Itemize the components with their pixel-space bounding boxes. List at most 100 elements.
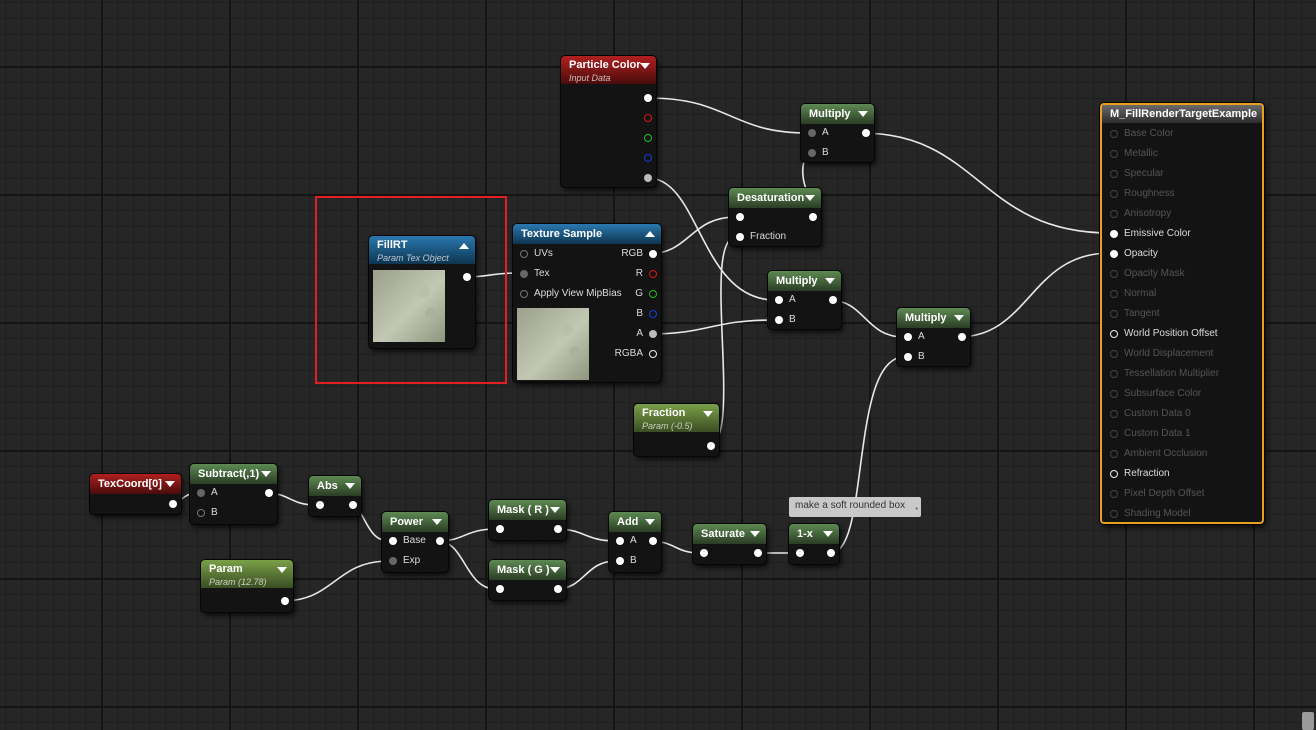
- chevron-down-icon[interactable]: [261, 471, 271, 477]
- chevron-down-icon[interactable]: [750, 531, 760, 537]
- comment-pin-icon[interactable]: ▪: [915, 500, 918, 518]
- result-input-pin[interactable]: Opacity: [1106, 247, 1158, 261]
- output-pin-r[interactable]: R: [636, 267, 661, 281]
- input-pin-b[interactable]: B: [612, 554, 637, 568]
- output-pin[interactable]: [823, 293, 841, 307]
- output-pin-a[interactable]: [638, 171, 656, 185]
- result-input-pin[interactable]: Tangent: [1106, 307, 1160, 321]
- input-pin-a[interactable]: A: [193, 486, 218, 500]
- input-pin[interactable]: [696, 546, 714, 560]
- scrollbar-thumb[interactable]: [1302, 712, 1314, 730]
- result-input-pin[interactable]: Normal: [1106, 287, 1156, 301]
- output-pin-b[interactable]: B: [636, 307, 661, 321]
- input-pin-mipbias[interactable]: Apply View MipBias: [516, 287, 622, 301]
- chevron-down-icon[interactable]: [432, 519, 442, 525]
- particle-color-node[interactable]: Particle Color Input Data: [561, 56, 656, 187]
- param-node[interactable]: Param Param (12.78): [201, 560, 293, 612]
- input-pin-b[interactable]: B: [771, 313, 796, 327]
- result-input-pin[interactable]: Metallic: [1106, 147, 1158, 161]
- chevron-down-icon[interactable]: [823, 531, 833, 537]
- output-pin[interactable]: [638, 91, 656, 105]
- output-pin-rgb[interactable]: RGB: [621, 247, 661, 261]
- chevron-down-icon[interactable]: [550, 567, 560, 573]
- texcoord-node[interactable]: TexCoord[0]: [90, 474, 181, 514]
- result-input-pin[interactable]: Opacity Mask: [1106, 267, 1185, 281]
- result-input-pin[interactable]: World Position Offset: [1106, 327, 1218, 341]
- input-pin-b[interactable]: B: [193, 506, 218, 520]
- result-input-pin[interactable]: World Displacement: [1106, 347, 1213, 361]
- output-pin-a[interactable]: A: [636, 327, 661, 341]
- input-pin-a[interactable]: A: [771, 293, 796, 307]
- chevron-down-icon[interactable]: [954, 315, 964, 321]
- output-pin-rgba[interactable]: RGBA: [615, 347, 661, 361]
- chevron-down-icon[interactable]: [277, 567, 287, 573]
- chevron-down-icon[interactable]: [858, 111, 868, 117]
- input-pin-a[interactable]: A: [612, 534, 637, 548]
- output-pin-g[interactable]: G: [635, 287, 661, 301]
- comment-bubble[interactable]: make a soft rounded box ▪: [789, 497, 922, 518]
- output-pin[interactable]: [701, 439, 719, 453]
- input-pin[interactable]: [732, 210, 750, 224]
- result-input-pin[interactable]: Ambient Occlusion: [1106, 447, 1207, 461]
- output-pin-g[interactable]: [638, 131, 656, 145]
- result-input-pin[interactable]: Specular: [1106, 167, 1163, 181]
- fraction-param-node[interactable]: Fraction Param (-0.5): [634, 404, 719, 456]
- result-input-pin[interactable]: Roughness: [1106, 187, 1175, 201]
- mask-g-node[interactable]: Mask ( G ): [489, 560, 566, 600]
- material-graph-canvas[interactable]: Particle Color Input Data Multiply A B De…: [0, 0, 1316, 730]
- input-pin[interactable]: [492, 522, 510, 536]
- chevron-down-icon[interactable]: [805, 195, 815, 201]
- input-pin-exp[interactable]: Exp: [385, 554, 420, 568]
- chevron-down-icon[interactable]: [165, 481, 175, 487]
- output-pin[interactable]: [643, 534, 661, 548]
- one-minus-x-node[interactable]: 1-x: [789, 524, 839, 564]
- chevron-down-icon[interactable]: [645, 519, 655, 525]
- input-pin[interactable]: [492, 582, 510, 596]
- output-pin[interactable]: [821, 546, 839, 560]
- power-node[interactable]: Power Base Exp: [382, 512, 448, 572]
- output-pin[interactable]: [259, 486, 277, 500]
- output-pin[interactable]: [548, 582, 566, 596]
- result-input-pin[interactable]: Base Color: [1106, 127, 1173, 141]
- subtract-node[interactable]: Subtract(,1) A B: [190, 464, 277, 524]
- input-pin[interactable]: [792, 546, 810, 560]
- multiply-node-top[interactable]: Multiply A B: [801, 104, 874, 162]
- output-pin[interactable]: [163, 497, 181, 511]
- chevron-down-icon[interactable]: [640, 63, 650, 69]
- result-input-pin[interactable]: Custom Data 0: [1106, 407, 1191, 421]
- output-pin[interactable]: [803, 210, 821, 224]
- chevron-down-icon[interactable]: [550, 507, 560, 513]
- result-input-pin[interactable]: Subsurface Color: [1106, 387, 1201, 401]
- result-input-pin[interactable]: Emissive Color: [1106, 227, 1191, 241]
- output-pin[interactable]: [343, 498, 361, 512]
- result-input-pin[interactable]: Refraction: [1106, 467, 1170, 481]
- input-pin[interactable]: [312, 498, 330, 512]
- add-node[interactable]: Add A B: [609, 512, 661, 572]
- input-pin-base[interactable]: Base: [385, 534, 426, 548]
- result-input-pin[interactable]: Anisotropy: [1106, 207, 1171, 221]
- result-input-pin[interactable]: Shading Model: [1106, 507, 1191, 521]
- output-pin-r[interactable]: [638, 111, 656, 125]
- output-pin[interactable]: [856, 126, 874, 140]
- output-pin[interactable]: [952, 330, 970, 344]
- result-input-pin[interactable]: Tessellation Multiplier: [1106, 367, 1219, 381]
- chevron-down-icon[interactable]: [345, 483, 355, 489]
- mask-r-node[interactable]: Mask ( R ): [489, 500, 566, 540]
- chevron-down-icon[interactable]: [703, 411, 713, 417]
- abs-node[interactable]: Abs: [309, 476, 361, 516]
- output-pin[interactable]: [748, 546, 766, 560]
- input-pin-b[interactable]: B: [804, 146, 829, 160]
- output-pin[interactable]: [275, 594, 293, 608]
- saturate-node[interactable]: Saturate: [693, 524, 766, 564]
- material-result-node[interactable]: M_FillRenderTargetExample Base Color Meta…: [1100, 103, 1264, 524]
- output-pin-b[interactable]: [638, 151, 656, 165]
- desaturation-node[interactable]: Desaturation Fraction: [729, 188, 821, 246]
- output-pin[interactable]: [430, 534, 448, 548]
- input-pin-uvs[interactable]: UVs: [516, 247, 553, 261]
- input-pin-b[interactable]: B: [900, 350, 925, 364]
- chevron-down-icon[interactable]: [825, 278, 835, 284]
- chevron-up-icon[interactable]: [645, 231, 655, 237]
- multiply-node-right[interactable]: Multiply A B: [897, 308, 970, 366]
- texture-sample-node[interactable]: Texture Sample UVs Tex Apply View MipBia…: [513, 224, 661, 382]
- input-pin-fraction[interactable]: Fraction: [732, 230, 786, 244]
